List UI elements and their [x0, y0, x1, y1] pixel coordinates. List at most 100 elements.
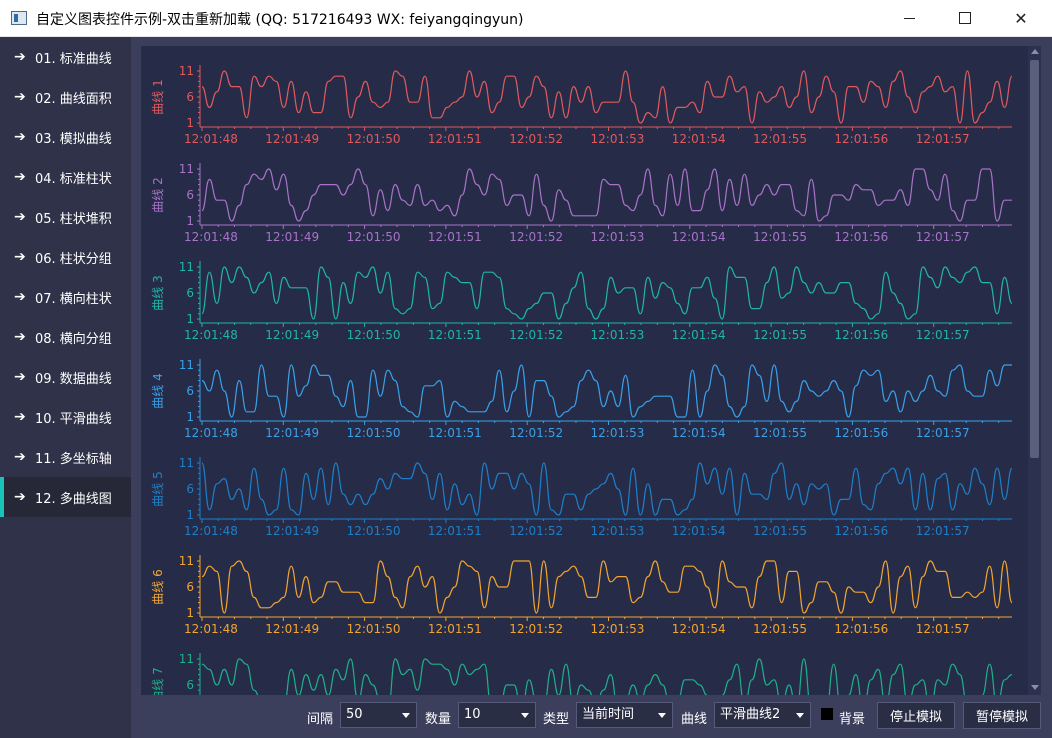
x-tick-label: 12:01:57: [916, 230, 970, 244]
arrow-right-icon: ➔: [14, 49, 26, 65]
sidebar-item-label: 02. 曲线面积: [35, 91, 112, 107]
x-tick-label: 12:01:49: [265, 622, 319, 636]
pause-simulation-button[interactable]: 暂停模拟: [963, 702, 1041, 729]
minimize-icon[interactable]: [886, 0, 932, 36]
y-tick-label: 11: [179, 554, 194, 568]
x-tick-label: 12:01:48: [184, 524, 238, 538]
y-tick-label: 6: [186, 90, 194, 104]
sidebar-item-5[interactable]: ➔ 05. 柱状堆积: [0, 197, 131, 237]
interval-value: 50: [346, 707, 363, 722]
y-tick-label: 11: [179, 456, 194, 470]
sidebar-item-9[interactable]: ➔ 09. 数据曲线: [0, 357, 131, 397]
x-tick-label: 12:01:49: [265, 426, 319, 440]
x-tick-label: 12:01:49: [265, 524, 319, 538]
x-tick-label: 12:01:51: [428, 524, 482, 538]
curve-panel-7: 曲线 7161112:01:4812:01:4912:01:5012:01:51…: [151, 652, 1013, 695]
y-tick-label: 11: [179, 358, 194, 372]
series-name: 曲线 3: [151, 275, 165, 310]
x-tick-label: 12:01:53: [591, 524, 645, 538]
sidebar-item-7[interactable]: ➔ 07. 横向柱状: [0, 277, 131, 317]
sidebar-item-6[interactable]: ➔ 06. 柱状分组: [0, 237, 131, 277]
x-tick-label: 12:01:50: [347, 132, 401, 146]
x-tick-label: 12:01:52: [509, 328, 563, 342]
x-tick-label: 12:01:53: [591, 132, 645, 146]
y-tick-label: 1: [186, 214, 194, 228]
x-tick-label: 12:01:51: [428, 622, 482, 636]
curve-panel-3: 曲线 3 1 6 11 12:01:48 12:01:49 12:01:50 12:01:51…: [151, 260, 1013, 342]
client-area: ➔ 01. 标准曲线 ➔ 02. 曲线面积 ➔ 03. 模拟曲线 ➔ 04. 标准柱状 ➔ 05.…: [0, 37, 1052, 738]
sidebar-item-2[interactable]: ➔ 02. 曲线面积: [0, 77, 131, 117]
x-tick-label: 12:01:57: [916, 328, 970, 342]
series-line: [201, 266, 1013, 320]
series-line: [201, 560, 1013, 614]
x-tick-label: 12:01:57: [916, 132, 970, 146]
sidebar-item-3[interactable]: ➔ 03. 模拟曲线: [0, 117, 131, 157]
series-name: 曲线 6: [151, 569, 165, 604]
interval-combo[interactable]: 50: [340, 702, 417, 728]
sidebar-item-4[interactable]: ➔ 04. 标准柱状: [0, 157, 131, 197]
x-tick-label: 12:01:51: [428, 230, 482, 244]
y-tick-label: 1: [186, 312, 194, 326]
x-tick-label: 12:01:49: [265, 132, 319, 146]
scroll-up-icon[interactable]: [1031, 49, 1039, 54]
scroll-thumb[interactable]: [1030, 60, 1039, 458]
count-label: 数量: [425, 712, 452, 727]
x-tick-label: 12:01:52: [509, 132, 563, 146]
sidebar-item-10[interactable]: ➔ 10. 平滑曲线: [0, 397, 131, 437]
curve-panel-1: 曲线 1 1 6 11 12:01:48 12:01:49 12:01:50 12:01:51…: [151, 64, 1013, 146]
type-label: 类型: [543, 712, 570, 727]
type-value: 当前时间: [582, 707, 635, 722]
y-tick-label: 6: [186, 678, 194, 692]
x-tick-label: 12:01:48: [184, 328, 238, 342]
x-tick-label: 12:01:56: [834, 622, 888, 636]
x-tick-label: 12:01:55: [753, 426, 807, 440]
multi-curve-chart: 曲线 1 1 6 11 12:01:48 12:01:49 12:01:50 12:01:51…: [141, 46, 1028, 695]
count-combo[interactable]: 10: [458, 702, 536, 728]
y-tick-label: 11: [179, 64, 194, 78]
stop-simulation-button[interactable]: 停止模拟: [877, 702, 955, 729]
scroll-down-icon[interactable]: [1031, 685, 1039, 690]
arrow-right-icon: ➔: [14, 369, 26, 385]
curve-label: 曲线: [681, 712, 708, 727]
x-tick-label: 12:01:48: [184, 622, 238, 636]
y-tick-label: 11: [179, 162, 194, 176]
sidebar-item-1[interactable]: ➔ 01. 标准曲线: [0, 37, 131, 77]
series-line: [201, 70, 1013, 124]
sidebar-item-label: 03. 模拟曲线: [35, 131, 112, 147]
y-tick-label: 1: [186, 508, 194, 522]
sidebar-item-label: 08. 横向分组: [35, 331, 112, 347]
x-tick-label: 12:01:50: [347, 622, 401, 636]
arrow-right-icon: ➔: [14, 329, 26, 345]
sidebar-item-12[interactable]: ➔ 12. 多曲线图: [0, 477, 131, 517]
maximize-icon[interactable]: [942, 0, 988, 36]
app-icon: [11, 11, 27, 25]
type-combo[interactable]: 当前时间: [576, 702, 673, 728]
x-tick-label: 12:01:56: [834, 426, 888, 440]
series-line: [201, 364, 1012, 418]
curve-panel-5: 曲线 5 1 6 11 12:01:48 12:01:49 12:01:50 12:01:51…: [151, 456, 1013, 538]
sidebar: ➔ 01. 标准曲线 ➔ 02. 曲线面积 ➔ 03. 模拟曲线 ➔ 04. 标准柱状 ➔ 05.…: [0, 37, 131, 738]
x-tick-label: 12:01:49: [265, 328, 319, 342]
x-tick-label: 12:01:48: [184, 132, 238, 146]
count-value: 10: [464, 707, 481, 722]
window-title: 自定义图表控件示例-双击重新加载 (QQ: 517216493 WX: feiy…: [36, 12, 524, 28]
close-icon[interactable]: ✕: [998, 0, 1044, 36]
curve-panel-6: 曲线 6 1 6 11 12:01:48 12:01:49 12:01:50 12:01:51…: [151, 554, 1013, 636]
arrow-right-icon: ➔: [14, 489, 26, 505]
sidebar-item-8[interactable]: ➔ 08. 横向分组: [0, 317, 131, 357]
sidebar-item-label: 04. 标准柱状: [35, 171, 112, 187]
arrow-right-icon: ➔: [14, 89, 26, 105]
curve-combo[interactable]: 平滑曲线2: [714, 702, 811, 728]
x-tick-label: 12:01:57: [916, 622, 970, 636]
curve-panel-2: 曲线 2 1 6 11 12:01:48 12:01:49 12:01:50 12:01:51…: [151, 162, 1012, 244]
arrow-right-icon: ➔: [14, 449, 26, 465]
x-tick-label: 12:01:53: [591, 622, 645, 636]
x-tick-label: 12:01:51: [428, 426, 482, 440]
sidebar-item-11[interactable]: ➔ 11. 多坐标轴: [0, 437, 131, 477]
sidebar-item-label: 10. 平滑曲线: [35, 411, 112, 427]
sidebar-item-label: 07. 横向柱状: [35, 291, 112, 307]
sidebar-item-label: 01. 标准曲线: [35, 51, 112, 67]
series-line: [201, 462, 1013, 516]
background-checkbox[interactable]: [821, 708, 833, 720]
x-tick-label: 12:01:54: [672, 230, 726, 244]
